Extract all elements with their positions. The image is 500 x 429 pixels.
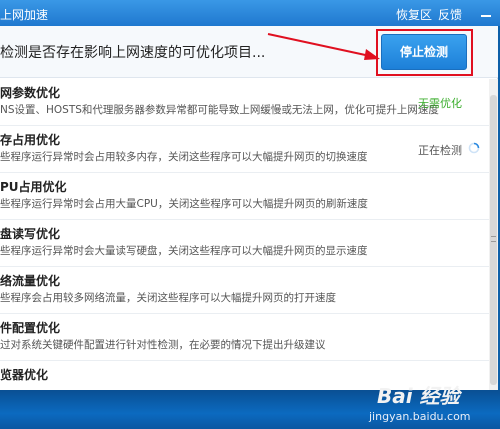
feedback-link[interactable]: 反馈 [438, 6, 462, 23]
minimize-icon[interactable] [474, 4, 498, 22]
scan-status-text: 检测是否存在影响上网速度的可优化项目... [0, 45, 266, 61]
item-title: 览器优化 [0, 368, 49, 382]
optimizer-panel: 检测是否存在影响上网速度的可优化项目... 停止检测 网参数优化 NS设置、HO… [0, 26, 498, 390]
baidu-jingyan-watermark: Bai 经验 jingyan.baidu.com [355, 380, 500, 429]
item-description: 些程序会占用较多网络流量，关闭这些程序可以大幅提升网页的打开速度 [0, 292, 336, 304]
list-item[interactable]: 存占用优化 些程序运行异常时会占用较多内存，关闭这些程序可以大幅提升网页的切换速… [0, 126, 489, 173]
item-title: 盘读写优化 [0, 227, 61, 241]
item-title: PU占用优化 [0, 180, 67, 194]
item-title: 网参数优化 [0, 86, 61, 100]
item-description: 些程序运行异常时会占用较多内存，关闭这些程序可以大幅提升网页的切换速度 [0, 151, 368, 163]
scroll-grip-icon [491, 236, 496, 242]
title-bar: 上网加速 恢复区 反馈 [0, 0, 500, 26]
item-status: 无需优化 [418, 97, 462, 110]
item-description: 些程序运行异常时会占用大量CPU，关闭这些程序可以大幅提升网页的刷新速度 [0, 198, 368, 210]
item-title: 络流量优化 [0, 274, 61, 288]
item-status: 正在检测 [418, 144, 462, 157]
item-title: 件配置优化 [0, 321, 61, 335]
watermark-brand: Bai 经验 [377, 384, 460, 408]
scan-header: 检测是否存在影响上网速度的可优化项目... 停止检测 [0, 26, 498, 78]
optimization-list: 网参数优化 NS设置、HOSTS和代理服务器参数异常都可能导致上网缓慢或无法上网… [0, 79, 489, 390]
red-arrow-annotation [267, 33, 380, 60]
list-item[interactable]: 网参数优化 NS设置、HOSTS和代理服务器参数异常都可能导致上网缓慢或无法上网… [0, 79, 489, 126]
item-description: NS设置、HOSTS和代理服务器参数异常都可能导致上网缓慢或无法上网，优化可提升… [0, 104, 439, 116]
loading-spinner-icon [468, 142, 480, 154]
item-description: 过对系统关键硬件配置进行针对性检测，在必要的情况下提出升级建议 [0, 339, 326, 351]
list-item[interactable]: 件配置优化 过对系统关键硬件配置进行针对性检测，在必要的情况下提出升级建议 [0, 314, 489, 361]
list-item[interactable]: 络流量优化 些程序会占用较多网络流量，关闭这些程序可以大幅提升网页的打开速度 [0, 267, 489, 314]
list-scrollbar[interactable] [489, 79, 498, 390]
list-item[interactable]: PU占用优化 些程序运行异常时会占用大量CPU，关闭这些程序可以大幅提升网页的刷… [0, 173, 489, 220]
item-title: 存占用优化 [0, 133, 61, 147]
watermark-url: jingyan.baidu.com [369, 410, 471, 423]
stop-detection-button[interactable]: 停止检测 [381, 34, 467, 70]
list-item[interactable]: 盘读写优化 些程序运行异常时会大量读写硬盘，关闭这些程序可以大幅提升网页的显示速… [0, 220, 489, 267]
window-title: 上网加速 [0, 8, 49, 22]
item-description: 些程序运行异常时会大量读写硬盘，关闭这些程序可以大幅提升网页的显示速度 [0, 245, 368, 257]
recover-zone-link[interactable]: 恢复区 [396, 6, 432, 23]
